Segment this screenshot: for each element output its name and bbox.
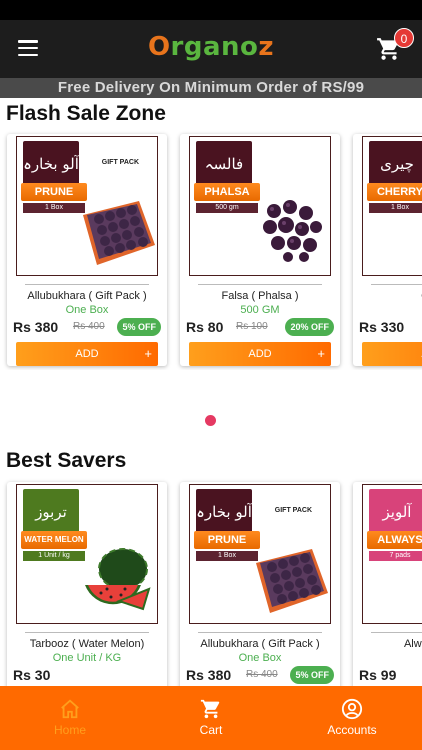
product-tag-sub: 1 Box (23, 203, 85, 213)
logo-first-letter: O (147, 32, 171, 62)
product-name: Tarbooz ( Water Melon) (29, 638, 145, 650)
product-tag: CHERRY (367, 183, 422, 201)
urdu-label: چیری (369, 141, 422, 187)
nav-cart-label: Cart (199, 723, 223, 737)
product-card[interactable]: تربوز WATER MELON 1 Unit / kg Tarbooz ( … (7, 482, 167, 686)
divider (25, 284, 149, 285)
add-to-cart-button[interactable]: ADD (362, 342, 422, 366)
product-price: Rs 80 (186, 319, 224, 335)
product-old-price: Rs 400 (73, 321, 105, 332)
product-card[interactable]: آلو بخارہ PRUNE 1 Box GIFT PACK Allubukh… (180, 482, 340, 686)
product-price: Rs 99 (359, 667, 397, 683)
discount-badge: 20% OFF (285, 318, 334, 336)
product-price: Rs 380 (186, 667, 232, 683)
divider (371, 284, 422, 285)
nav-home[interactable]: Home (20, 698, 120, 737)
carousel-page-indicator[interactable] (205, 415, 216, 426)
product-price: Rs 380 (13, 319, 59, 335)
product-tag-sub: 7 pads (369, 551, 422, 561)
prune-box-image (256, 549, 328, 613)
discount-badge: 5% OFF (117, 318, 161, 336)
urdu-label: آلو بخارہ (23, 141, 79, 187)
product-tag: WATER MELON (21, 531, 87, 549)
plus-icon: + (317, 346, 325, 361)
app-header: Organoz 0 (0, 20, 422, 78)
product-image: آلو بخارہ PRUNE 1 Box GIFT PACK (16, 136, 158, 276)
product-unit: 7 (353, 652, 422, 664)
watermelon-image (85, 548, 151, 611)
urdu-label: تربوز (23, 489, 79, 535)
product-unit: On (353, 304, 422, 316)
product-unit: 500 GM (240, 304, 280, 316)
product-card[interactable]: آلو بخارہ PRUNE 1 Box GIFT PACK Allubukh… (7, 134, 167, 366)
plus-icon: + (144, 346, 152, 361)
product-unit: One Box (65, 304, 109, 316)
best-savers-title: Best Savers (6, 449, 127, 472)
product-card[interactable]: فالسہ PHALSA 500 gm Falsa ( Phalsa ) 500… (180, 134, 340, 366)
divider (25, 632, 149, 633)
urdu-label: آلو بخارہ (196, 489, 252, 535)
logo-last-letter: z (258, 32, 275, 62)
product-tag: PRUNE (194, 531, 260, 549)
status-bar (0, 0, 422, 20)
gift-pack-label: GIFT PACK (274, 507, 312, 514)
nav-home-label: Home (53, 723, 86, 737)
cart-icon (200, 699, 220, 719)
phalsa-berries-image (263, 200, 322, 262)
divider (198, 632, 322, 633)
product-name: Always Cott (403, 638, 422, 650)
product-unit: One Unit / KG (52, 652, 122, 664)
product-image: آلو بخارہ PRUNE 1 Box GIFT PACK (189, 484, 331, 624)
product-name: Allubukhara ( Gift Pack ) (27, 290, 147, 302)
product-tag: PHALSA (194, 183, 260, 201)
nav-cart[interactable]: Cart (161, 698, 261, 737)
product-card[interactable]: آلویز ALWAYS 7 pads Always Cott 7 Rs 99 (353, 482, 422, 686)
product-price: Rs 330 (359, 319, 405, 335)
product-tag-sub: 1 Box (196, 551, 258, 561)
organoz-logo: Organoz (0, 32, 422, 62)
product-tag: ALWAYS (367, 531, 422, 549)
product-old-price: Rs 400 (246, 669, 278, 680)
nav-accounts[interactable]: Accounts (302, 698, 402, 737)
divider (371, 632, 422, 633)
product-tag-sub: 1 Unit / kg (23, 551, 85, 561)
flash-sale-carousel[interactable]: آلو بخارہ PRUNE 1 Box GIFT PACK Allubukh… (0, 130, 422, 370)
free-delivery-banner: Free Delivery On Minimum Order of RS/99 (0, 78, 422, 98)
cart-count-badge: 0 (394, 28, 414, 48)
product-name: Cher (353, 290, 422, 302)
discount-badge: 5% OFF (290, 666, 334, 684)
divider (198, 284, 322, 285)
best-savers-carousel[interactable]: تربوز WATER MELON 1 Unit / kg Tarbooz ( … (0, 478, 422, 686)
bottom-navigation: Home Cart Accounts (0, 686, 422, 750)
logo-middle: rgano (170, 32, 259, 62)
home-icon (61, 699, 79, 719)
product-tag-sub: 1 Box (369, 203, 422, 213)
header-cart-button[interactable]: 0 (376, 28, 414, 62)
add-label: ADD (75, 348, 99, 360)
product-image: تربوز WATER MELON 1 Unit / kg (16, 484, 158, 624)
product-image: چیری CHERRY 1 Box (362, 136, 422, 276)
gift-pack-label: GIFT PACK (101, 159, 139, 166)
add-to-cart-button[interactable]: ADD + (189, 342, 331, 366)
add-to-cart-button[interactable]: ADD + (16, 342, 158, 366)
prune-box-image (83, 201, 155, 265)
product-name: Allubukhara ( Gift Pack ) (200, 638, 320, 650)
add-label: ADD (248, 348, 272, 360)
nav-accounts-label: Accounts (327, 723, 377, 737)
product-name: Falsa ( Phalsa ) (221, 290, 299, 302)
product-image: فالسہ PHALSA 500 gm (189, 136, 331, 276)
flash-sale-title: Flash Sale Zone (6, 102, 166, 125)
urdu-label: فالسہ (196, 141, 252, 187)
urdu-label: آلویز (369, 489, 422, 535)
product-image: آلویز ALWAYS 7 pads (362, 484, 422, 624)
account-icon (341, 698, 363, 720)
product-tag-sub: 500 gm (196, 203, 258, 213)
product-tag: PRUNE (21, 183, 87, 201)
product-old-price: Rs 100 (236, 321, 268, 332)
product-price: Rs 30 (13, 667, 51, 683)
product-unit: One Box (238, 652, 282, 664)
product-card[interactable]: چیری CHERRY 1 Box Cher On Rs 330 ADD (353, 134, 422, 366)
